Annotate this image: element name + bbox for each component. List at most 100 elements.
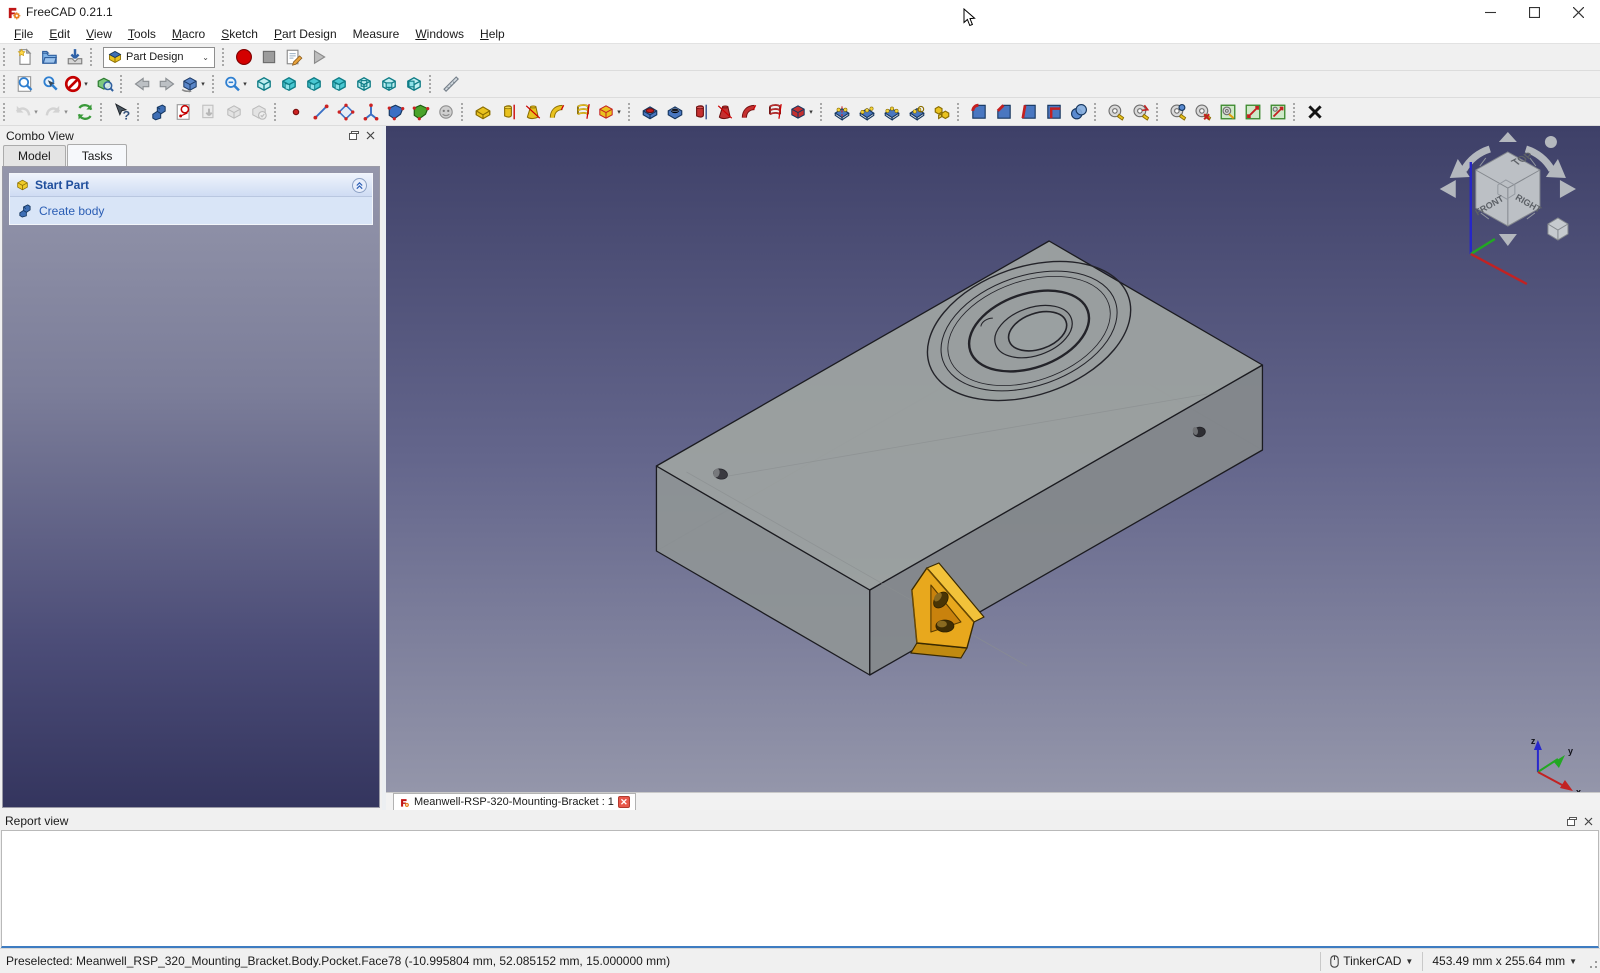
measure-toggle-3d-button[interactable] (1265, 100, 1290, 124)
tab-model[interactable]: Model (3, 145, 66, 166)
linear-pattern-button[interactable] (854, 100, 879, 124)
additive-pipe-button[interactable] (545, 100, 570, 124)
macro-stop-button[interactable] (256, 45, 281, 69)
menu-sketch[interactable]: Sketch (213, 25, 266, 43)
menu-macro[interactable]: Macro (164, 25, 213, 43)
chamfer-button[interactable] (991, 100, 1016, 124)
document-tab-close-icon[interactable]: ✕ (618, 796, 630, 808)
local-cs-button[interactable] (358, 100, 383, 124)
view-bottom-button[interactable] (376, 72, 401, 96)
measure-angular-button[interactable] (1128, 100, 1153, 124)
measure-refresh-button[interactable] (1165, 100, 1190, 124)
maximize-button[interactable] (1512, 0, 1556, 24)
menu-tools[interactable]: Tools (120, 25, 164, 43)
measure-button[interactable] (1103, 100, 1128, 124)
additive-primitive-dropdown-icon[interactable]: ▾ (615, 108, 623, 116)
measure-toggle-button[interactable] (1240, 100, 1265, 124)
tab-tasks[interactable]: Tasks (67, 144, 128, 166)
menu-measure[interactable]: Measure (345, 25, 408, 43)
3d-viewport[interactable]: TOP FRONT RIGHT z (386, 126, 1600, 792)
redo-dropdown-icon[interactable]: ▾ (62, 108, 70, 116)
view-top-button[interactable] (301, 72, 326, 96)
workbench-selector[interactable]: Part Design⌄ (103, 47, 215, 68)
toolbar-grip[interactable] (1293, 103, 1298, 121)
hole-button[interactable] (662, 100, 687, 124)
view-axonometric-button[interactable] (251, 72, 276, 96)
thickness-button[interactable] (1041, 100, 1066, 124)
subtractive-pipe-button[interactable] (737, 100, 762, 124)
toolbar-grip[interactable] (120, 75, 125, 93)
toolbar-grip[interactable] (957, 103, 962, 121)
subtractive-primitive-dropdown-icon[interactable]: ▾ (807, 108, 815, 116)
macro-record-button[interactable] (231, 45, 256, 69)
toolbar-grip[interactable] (820, 103, 825, 121)
report-view-content[interactable] (1, 830, 1599, 948)
view-isometric-button[interactable]: ▾ (179, 72, 209, 96)
datum-plane-button[interactable] (333, 100, 358, 124)
polar-pattern-button[interactable] (879, 100, 904, 124)
fillet-button[interactable] (966, 100, 991, 124)
pocket-button[interactable] (637, 100, 662, 124)
edit-sketch-button[interactable] (196, 100, 221, 124)
menu-help[interactable]: Help (472, 25, 513, 43)
open-file-button[interactable] (37, 45, 62, 69)
close-button[interactable] (1556, 0, 1600, 24)
navigation-style-selector[interactable]: TinkerCAD ▼ (1320, 952, 1422, 971)
toolbar-grip[interactable] (3, 75, 8, 93)
menu-windows[interactable]: Windows (407, 25, 472, 43)
start-part-section-header[interactable]: Start Part (10, 174, 372, 197)
toolbar-grip[interactable] (1156, 103, 1161, 121)
additive-loft-button[interactable] (520, 100, 545, 124)
toolbar-grip[interactable] (90, 48, 95, 66)
validate-sketch-button[interactable] (246, 100, 271, 124)
menu-file[interactable]: File (6, 25, 41, 43)
fit-all-button[interactable] (12, 72, 37, 96)
map-sketch-button[interactable] (221, 100, 246, 124)
view-right-button[interactable] (326, 72, 351, 96)
groove-button[interactable] (687, 100, 712, 124)
mirrored-button[interactable] (829, 100, 854, 124)
toolbar-grip[interactable] (274, 103, 279, 121)
clone-button[interactable] (433, 100, 458, 124)
toolbar-grip[interactable] (222, 48, 227, 66)
toolbar-grip[interactable] (137, 103, 142, 121)
toolbar-grip[interactable] (3, 48, 8, 66)
fit-selection-button[interactable] (37, 72, 62, 96)
additive-primitive-button[interactable]: ▾ (595, 100, 625, 124)
view-zoom-button[interactable]: ▾ (221, 72, 251, 96)
close-report-icon[interactable] (1580, 814, 1596, 828)
macro-play-button[interactable] (306, 45, 331, 69)
menu-edit[interactable]: Edit (41, 25, 78, 43)
draw-style-dropdown-icon[interactable]: ▾ (82, 80, 90, 88)
revolution-button[interactable] (495, 100, 520, 124)
close-panel-icon[interactable] (362, 129, 378, 143)
new-file-button[interactable] (12, 45, 37, 69)
measure-delete-button[interactable] (1190, 100, 1215, 124)
toolbar-grip[interactable] (628, 103, 633, 121)
subtractive-helix-button[interactable] (762, 100, 787, 124)
save-file-button[interactable] (62, 45, 87, 69)
subtractive-primitive-button[interactable]: ▾ (787, 100, 817, 124)
scaled-button[interactable] (904, 100, 929, 124)
nav-back-button[interactable] (129, 72, 154, 96)
shape-binder-button[interactable] (383, 100, 408, 124)
refresh-button[interactable] (72, 100, 97, 124)
float-report-icon[interactable] (1564, 814, 1580, 828)
view-zoom-dropdown-icon[interactable]: ▾ (241, 80, 249, 88)
minimize-button[interactable] (1468, 0, 1512, 24)
redo-button[interactable]: ▾ (42, 100, 72, 124)
document-tab[interactable]: Meanwell-RSP-320-Mounting-Bracket : 1✕ (393, 793, 636, 810)
view-rear-button[interactable] (351, 72, 376, 96)
pad-button[interactable] (470, 100, 495, 124)
boolean-button[interactable] (1066, 100, 1091, 124)
undo-button[interactable]: ▾ (12, 100, 42, 124)
navigation-cube[interactable]: TOP FRONT RIGHT (1440, 132, 1576, 284)
toolbar-grip[interactable] (100, 103, 105, 121)
collapse-section-icon[interactable] (352, 178, 367, 193)
toolbar-grip[interactable] (461, 103, 466, 121)
menu-part-design[interactable]: Part Design (266, 25, 345, 43)
view-front-button[interactable] (276, 72, 301, 96)
datum-line-button[interactable] (308, 100, 333, 124)
view-dimensions-selector[interactable]: 453.49 mm x 255.64 mm ▼ (1422, 952, 1586, 971)
toolbar-grip[interactable] (429, 75, 434, 93)
